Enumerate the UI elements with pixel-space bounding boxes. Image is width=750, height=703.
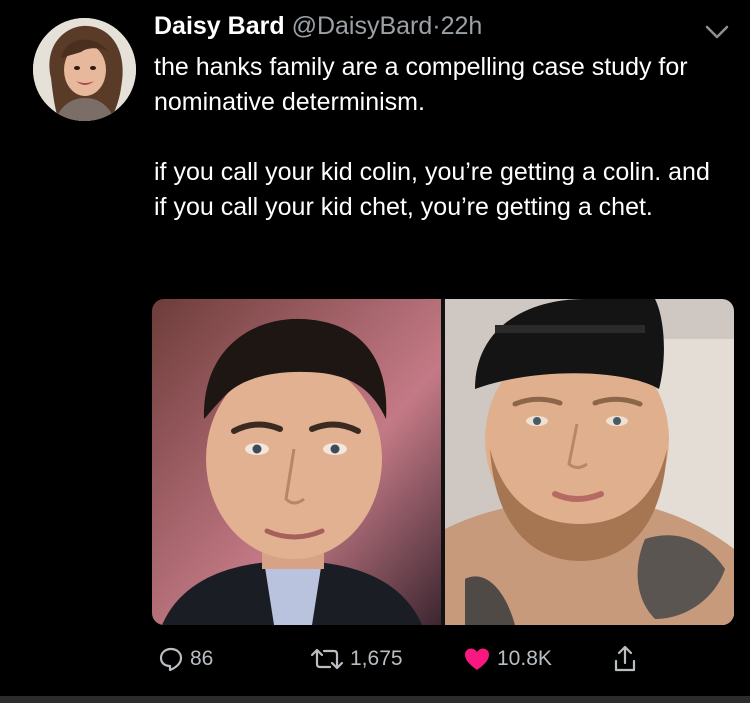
reply-icon bbox=[159, 647, 183, 672]
reply-button[interactable]: 86 bbox=[158, 644, 213, 674]
timestamp[interactable]: 22h bbox=[441, 12, 483, 40]
reply-count: 86 bbox=[190, 647, 214, 670]
separator-dot: · bbox=[432, 12, 441, 40]
retweet-icon bbox=[310, 648, 344, 670]
tweet-actions: 86 1,675 10.8K bbox=[0, 644, 750, 674]
like-button[interactable]: 10.8K bbox=[463, 644, 552, 674]
like-count: 10.8K bbox=[497, 647, 552, 670]
tweet-paragraph: the hanks family are a compelling case s… bbox=[154, 53, 688, 116]
heart-icon bbox=[465, 648, 489, 670]
chevron-down-icon[interactable] bbox=[703, 22, 731, 42]
tweet-header: Daisy Bard @DaisyBard·22h bbox=[154, 10, 482, 42]
retweet-button[interactable]: 1,675 bbox=[310, 644, 403, 674]
share-button[interactable] bbox=[613, 644, 637, 674]
display-name[interactable]: Daisy Bard bbox=[154, 12, 285, 40]
user-handle[interactable]: @DaisyBard bbox=[292, 12, 433, 40]
tweet-media[interactable] bbox=[152, 299, 734, 625]
tweet-card[interactable]: Daisy Bard @DaisyBard·22h the hanks fami… bbox=[0, 0, 750, 703]
share-icon bbox=[614, 645, 636, 672]
bottom-divider bbox=[0, 696, 750, 703]
avatar[interactable] bbox=[33, 18, 136, 121]
retweet-count: 1,675 bbox=[350, 647, 403, 670]
tweet-paragraph: if you call your kid colin, you’re getti… bbox=[154, 158, 710, 221]
photo-right[interactable] bbox=[445, 299, 734, 625]
avatar-photo bbox=[33, 18, 136, 121]
tweet-text: the hanks family are a compelling case s… bbox=[154, 50, 724, 225]
photo-left[interactable] bbox=[152, 299, 441, 625]
